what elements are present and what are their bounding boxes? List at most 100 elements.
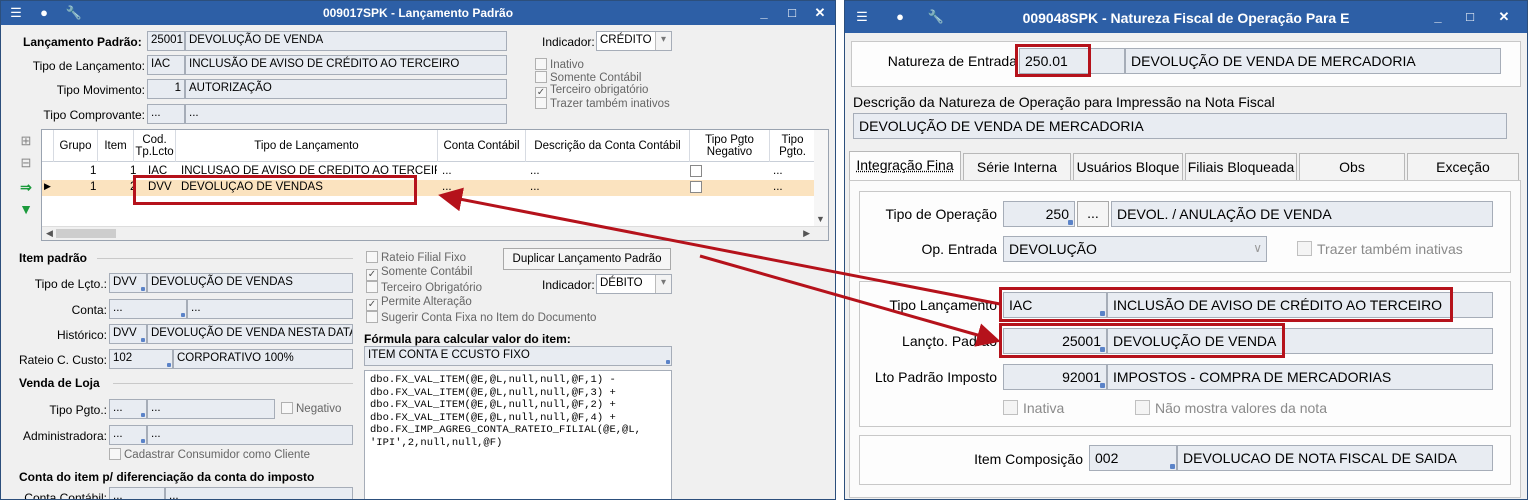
tipo-pgto-code[interactable]: ... [109, 399, 147, 419]
tipo-movimento-desc[interactable]: AUTORIZAÇÃO [185, 79, 507, 99]
tab-excecao[interactable]: Exceção [1407, 153, 1519, 181]
rateio-filial-fixo-checkbox[interactable]: Rateio Filial Fixo [366, 251, 466, 264]
move-down-icon[interactable]: ▼ [15, 201, 37, 219]
col-grupo[interactable]: Grupo [54, 130, 98, 162]
tipo-lcto-desc[interactable]: DEVOLUÇÃO DE VENDAS [147, 273, 353, 293]
descricao-field[interactable]: DEVOLUÇÃO DE VENDA DE MERCADORIA [853, 113, 1507, 139]
trazer-inativos-checkbox[interactable]: Trazer também inativos [535, 97, 670, 110]
natureza-entrada-code[interactable]: 250.01 [1019, 48, 1125, 74]
tab-integracao-financeira[interactable]: Integração Fina [849, 151, 961, 181]
chevron-down-icon[interactable]: ∨ [1253, 241, 1262, 255]
tab-obs[interactable]: Obs [1299, 153, 1405, 181]
permite-alteracao-checkbox[interactable]: ✓ Permite Alteração [366, 296, 472, 311]
col-tipo-lancamento[interactable]: Tipo de Lançamento [176, 130, 438, 162]
historico-code[interactable]: DVV [109, 324, 147, 344]
chevron-down-icon[interactable]: ▾ [655, 32, 671, 50]
trazer-inativas-checkbox[interactable]: Trazer também inativas [1297, 241, 1463, 257]
negativo-checkbox[interactable]: Negativo [281, 402, 341, 415]
grid-vertical-scrollbar[interactable]: ▼ [814, 130, 828, 226]
left-titlebar[interactable]: ☰ ● 🔧 009017SPK - Lançamento Padrão _ □ … [1, 1, 835, 25]
tab-usuarios-bloqueados[interactable]: Usuários Bloque [1073, 153, 1183, 181]
col-tipo-pgto-negativo[interactable]: Tipo Pgto Negativo [690, 130, 770, 162]
lto-imposto-desc[interactable]: IMPOSTOS - COMPRA DE MERCADORIAS [1107, 364, 1493, 390]
sugerir-conta-fixa-checkbox[interactable]: Sugerir Conta Fixa no Item do Documento [366, 311, 596, 324]
close-button[interactable]: ✕ [1493, 8, 1515, 26]
tipo-pgto-desc[interactable]: ... [147, 399, 275, 419]
conta-contabil-code[interactable]: ... [109, 487, 165, 499]
tipo-operacao-desc[interactable]: DEVOL. / ANULAÇÃO DE VENDA [1111, 201, 1493, 227]
item-composicao-desc[interactable]: DEVOLUCAO DE NOTA FISCAL DE SAIDA [1177, 445, 1493, 471]
item-composicao-code[interactable]: 002 [1089, 445, 1177, 471]
col-conta-contabil[interactable]: Conta Contábil [438, 130, 526, 162]
minimize-button[interactable]: _ [753, 4, 775, 22]
tipo-comprovante-desc[interactable]: ... [185, 104, 507, 124]
chevron-right-icon[interactable]: ▶ [803, 228, 810, 239]
tipo-movimento-code[interactable]: 1 [147, 79, 185, 99]
chevron-down-icon[interactable]: ▼ [816, 214, 825, 224]
tab-serie-interna[interactable]: Série Interna [963, 153, 1071, 181]
table-row[interactable]: 1 1 IAC INCLUSÃO DE AVISO DE CRÉDITO AO … [42, 164, 828, 180]
terceiro-obrigatorio-item-checkbox[interactable]: Terceiro Obrigatório [366, 281, 482, 294]
administradora-code[interactable]: ... [109, 425, 147, 445]
formula-name-field[interactable]: ITEM CONTA E CCUSTO FIXO [364, 346, 672, 366]
administradora-desc[interactable]: ... [147, 425, 353, 445]
cadastrar-consumidor-checkbox[interactable]: Cadastrar Consumidor como Cliente [109, 448, 310, 461]
rateio-desc[interactable]: CORPORATIVO 100% [173, 349, 353, 369]
minimize-button[interactable]: _ [1427, 8, 1449, 26]
chevron-down-icon[interactable]: ▾ [655, 275, 671, 293]
col-item[interactable]: Item [98, 130, 134, 162]
op-entrada-select[interactable]: DEVOLUÇÃO ∨ [1003, 236, 1267, 262]
tipo-lancamento-label-right: Tipo Lançamento [889, 297, 997, 313]
lancto-padrao-desc[interactable]: DEVOLUÇÃO DE VENDA [1107, 328, 1493, 354]
tipo-lcto-code[interactable]: DVV [109, 273, 147, 293]
nao-mostra-valores-checkbox[interactable]: Não mostra valores da nota [1135, 400, 1327, 416]
lancamento-padrao-code[interactable]: 25001 [147, 31, 185, 51]
maximize-button[interactable]: □ [1459, 8, 1481, 26]
natureza-entrada-desc[interactable]: DEVOLUÇÃO DE VENDA DE MERCADORIA [1125, 48, 1501, 74]
formula-code-textarea[interactable]: dbo.FX_VAL_ITEM(@E,@L,null,null,@F,1) - … [364, 370, 672, 499]
rateio-code[interactable]: 102 [109, 349, 173, 369]
traffic-light-icon[interactable]: ● [891, 9, 909, 25]
tipo-lancamento-desc[interactable]: INCLUSÃO DE AVISO DE CRÉDITO AO TERCEIRO [185, 55, 507, 75]
lancamentos-grid[interactable]: Grupo Item Cod. Tp.Lcto Tipo de Lançamen… [41, 129, 829, 241]
tipo-comprovante-code[interactable]: ... [147, 104, 185, 124]
tipo-lancamento-code-right[interactable]: IAC [1003, 292, 1107, 318]
chevron-left-icon[interactable]: ◀ [46, 228, 53, 239]
remove-row-icon[interactable]: ⊟ [15, 155, 37, 173]
right-window-title: 009048SPK - Natureza Fiscal de Operação … [1022, 10, 1350, 26]
scroll-thumb[interactable] [56, 229, 116, 238]
tipo-operacao-lookup-button[interactable]: ... [1077, 201, 1109, 227]
grid-horizontal-scrollbar[interactable]: ◀ ▶ [42, 226, 828, 240]
col-descricao-conta[interactable]: Descrição da Conta Contábil [526, 130, 690, 162]
table-row[interactable]: ▶ 1 2 DVV DEVOLUÇÃO DE VENDAS ... ... ..… [42, 180, 828, 196]
col-cod-tp-lcto[interactable]: Cod. Tp.Lcto [134, 130, 176, 162]
tipo-operacao-code[interactable]: 250 [1003, 201, 1075, 227]
indicador-item-select[interactable]: DÉBITO ▾ [596, 274, 672, 294]
somente-contabil-item-checkbox[interactable]: ✓ Somente Contábil [366, 266, 472, 281]
indicador-select[interactable]: CRÉDITO ▾ [596, 31, 672, 51]
tipo-lancamento-code[interactable]: IAC [147, 55, 185, 75]
add-row-icon[interactable]: ⊞ [15, 133, 37, 151]
save-row-icon[interactable]: ⇒ [15, 179, 37, 197]
lancamento-padrao-desc[interactable]: DEVOLUÇÃO DE VENDA [185, 31, 507, 51]
wrench-icon[interactable]: 🔧 [927, 9, 945, 25]
lancto-padrao-code[interactable]: 25001 [1003, 328, 1107, 354]
duplicar-lancamento-button[interactable]: Duplicar Lançamento Padrão [503, 248, 671, 270]
tab-filiais-bloqueadas[interactable]: Filiais Bloqueada [1185, 153, 1297, 181]
row-negativo-checkbox[interactable] [690, 165, 702, 177]
col-tipo-pgto[interactable]: Tipo Pgto. [770, 130, 816, 162]
maximize-button[interactable]: □ [781, 4, 803, 22]
lto-imposto-code[interactable]: 92001 [1003, 364, 1107, 390]
row-negativo-checkbox[interactable] [690, 181, 702, 193]
conta-code[interactable]: ... [109, 299, 187, 319]
conta-contabil-desc[interactable]: ... [165, 487, 353, 499]
tipo-lancamento-desc-right[interactable]: INCLUSÃO DE AVISO DE CRÉDITO AO TERCEIRO [1107, 292, 1493, 318]
inativa-checkbox[interactable]: Inativa [1003, 400, 1064, 416]
menu-icon[interactable]: ☰ [853, 9, 871, 25]
right-titlebar[interactable]: ☰ ● 🔧 009048SPK - Natureza Fiscal de Ope… [845, 1, 1527, 33]
conta-desc[interactable]: ... [187, 299, 353, 319]
historico-desc[interactable]: DEVOLUÇÃO DE VENDA NESTA DATA [147, 324, 353, 344]
somente-contabil-checkbox[interactable]: Somente Contábil [535, 71, 641, 84]
close-button[interactable]: ✕ [809, 4, 831, 22]
inativo-checkbox[interactable]: Inativo [535, 58, 584, 71]
